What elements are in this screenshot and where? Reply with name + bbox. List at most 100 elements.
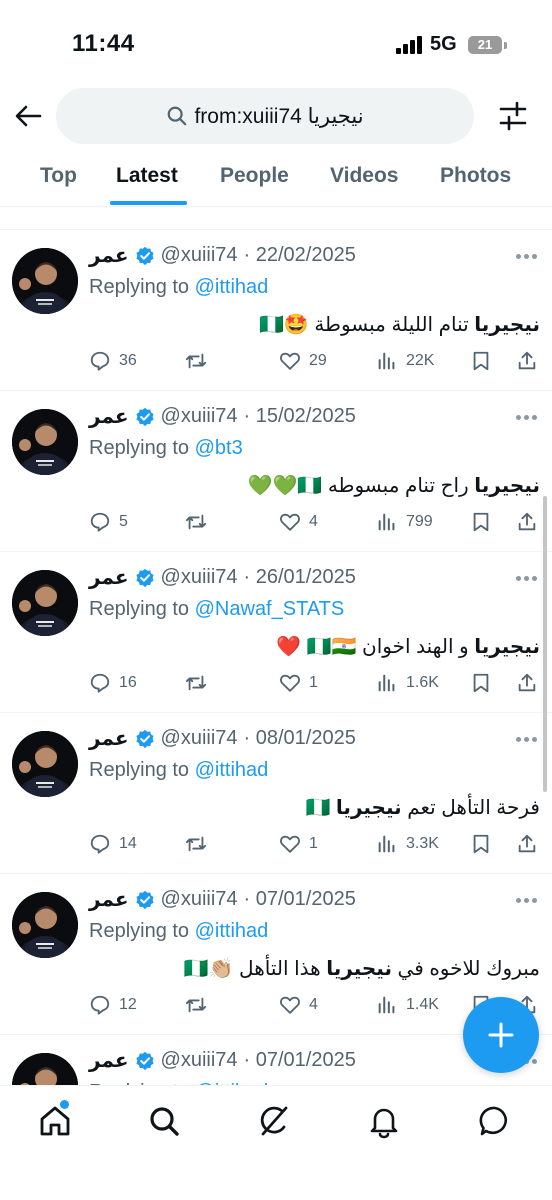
share-button[interactable]	[516, 831, 546, 857]
reply-count: 12	[119, 996, 137, 1013]
filter-button[interactable]	[494, 98, 532, 134]
replying-to: Replying to @ittihad	[89, 920, 268, 943]
retweet-button[interactable]	[185, 992, 215, 1018]
tweet-header: عمر @xuiii74 · 07/01/2025	[89, 1048, 356, 1073]
nav-messages[interactable]	[477, 1103, 513, 1139]
more-options-button[interactable]	[516, 254, 538, 260]
display-name[interactable]: عمر	[89, 1048, 129, 1073]
tweet-feed[interactable]: عمر @xuiii74 · 22/02/2025 Replying to @i…	[0, 207, 552, 1085]
replying-to-mention[interactable]: @ittihad	[195, 920, 269, 942]
share-button[interactable]	[516, 348, 546, 374]
like-count: 4	[309, 513, 318, 530]
tweet-text-highlight: نيجيريا	[474, 636, 540, 658]
display-name[interactable]: عمر	[89, 565, 129, 590]
tab-photos[interactable]: Photos	[440, 164, 511, 188]
nav-search[interactable]	[146, 1103, 182, 1139]
avatar-image	[12, 248, 78, 314]
bookmark-button[interactable]	[470, 831, 500, 857]
arrow-left-icon	[15, 105, 42, 127]
views-button[interactable]: 1.4K	[376, 992, 439, 1018]
display-name[interactable]: عمر	[89, 243, 129, 268]
share-button[interactable]	[516, 670, 546, 696]
tab-videos[interactable]: Videos	[330, 164, 398, 188]
avatar-image	[12, 1053, 78, 1085]
reply-button[interactable]: 12	[89, 992, 137, 1018]
replying-to-mention[interactable]: @ittihad	[195, 759, 269, 781]
tweet-5[interactable]: عمر @xuiii74 · 07/01/2025 Replying to @i…	[0, 874, 552, 1035]
tweet-3[interactable]: عمر @xuiii74 · 26/01/2025 Replying to @N…	[0, 552, 552, 713]
reply-icon	[90, 351, 110, 371]
avatar[interactable]	[12, 1053, 78, 1085]
display-name[interactable]: عمر	[89, 726, 129, 751]
bookmark-button[interactable]	[470, 670, 500, 696]
active-tab-indicator	[110, 201, 187, 205]
more-options-button[interactable]	[516, 415, 538, 421]
display-name[interactable]: عمر	[89, 887, 129, 912]
tweet-actions: 14 1 3.3K	[0, 831, 552, 857]
view-count: 799	[406, 513, 433, 530]
more-options-button[interactable]	[516, 576, 538, 582]
handle[interactable]: @xuiii74	[161, 566, 238, 589]
views-button[interactable]: 3.3K	[376, 831, 439, 857]
like-button[interactable]: 4	[279, 992, 318, 1018]
retweet-button[interactable]	[185, 670, 215, 696]
retweet-icon	[185, 353, 207, 369]
tweet-2[interactable]: عمر @xuiii74 · 15/02/2025 Replying to @b…	[0, 391, 552, 552]
reply-button[interactable]: 16	[89, 670, 137, 696]
tweet-1[interactable]: عمر @xuiii74 · 22/02/2025 Replying to @i…	[0, 230, 552, 391]
tab-top[interactable]: Top	[40, 164, 77, 188]
bookmark-button[interactable]	[470, 348, 500, 374]
retweet-button[interactable]	[185, 831, 215, 857]
handle[interactable]: @xuiii74	[161, 405, 238, 428]
search-input[interactable]: from:xuiii74 نيجيريا	[56, 88, 474, 144]
like-button[interactable]: 29	[279, 348, 327, 374]
battery-tip	[504, 42, 507, 49]
nav-notifications[interactable]	[366, 1103, 402, 1139]
replying-to-mention[interactable]: @bt3	[195, 437, 243, 459]
like-button[interactable]: 1	[279, 670, 318, 696]
views-icon	[378, 996, 395, 1014]
tab-people[interactable]: People	[220, 164, 289, 188]
tweet-text-highlight: نيجيريا	[335, 797, 402, 819]
more-options-button[interactable]	[516, 898, 538, 904]
views-button[interactable]: 22K	[376, 348, 434, 374]
retweet-button[interactable]	[185, 509, 215, 535]
heart-icon	[280, 996, 300, 1014]
tweet-text-rest: راح تنام مبسوطه 🇳🇬💚💚	[247, 475, 475, 497]
scrollbar[interactable]	[543, 496, 547, 792]
reply-button[interactable]: 36	[89, 348, 137, 374]
tweet-4[interactable]: عمر @xuiii74 · 08/01/2025 Replying to @i…	[0, 713, 552, 874]
nav-home[interactable]	[37, 1103, 73, 1139]
compose-button[interactable]	[463, 997, 539, 1073]
like-button[interactable]: 4	[279, 509, 318, 535]
bookmark-button[interactable]	[470, 509, 500, 535]
signal-icon	[396, 36, 422, 54]
like-button[interactable]: 1	[279, 831, 318, 857]
views-button[interactable]: 1.6K	[376, 670, 439, 696]
more-options-button[interactable]	[516, 737, 538, 743]
tweet-date: · 08/01/2025	[243, 727, 356, 749]
avatar[interactable]	[12, 570, 78, 636]
handle[interactable]: @xuiii74	[161, 888, 238, 911]
avatar[interactable]	[12, 248, 78, 314]
display-name[interactable]: عمر	[89, 404, 129, 429]
avatar[interactable]	[12, 892, 78, 958]
nav-grok[interactable]	[256, 1103, 292, 1139]
back-button[interactable]	[10, 96, 46, 136]
tab-latest[interactable]: Latest	[116, 164, 178, 188]
avatar[interactable]	[12, 731, 78, 797]
replying-to-mention[interactable]: @ittihad	[195, 276, 269, 298]
handle[interactable]: @xuiii74	[161, 1049, 238, 1072]
reply-button[interactable]: 14	[89, 831, 137, 857]
handle[interactable]: @xuiii74	[161, 244, 238, 267]
tweet-text: نيجيريا و الهند اخوان 🇳🇬🇮🇳 ❤️	[276, 634, 540, 659]
retweet-button[interactable]	[185, 348, 215, 374]
tweet-date: · 07/01/2025	[243, 1049, 356, 1071]
handle[interactable]: @xuiii74	[161, 727, 238, 750]
share-button[interactable]	[516, 509, 546, 535]
avatar[interactable]	[12, 409, 78, 475]
search-tabs: Top Latest People Videos Photos	[0, 150, 552, 206]
reply-button[interactable]: 5	[89, 509, 128, 535]
views-button[interactable]: 799	[376, 509, 433, 535]
replying-to-mention[interactable]: @Nawaf_STATS	[195, 598, 345, 620]
